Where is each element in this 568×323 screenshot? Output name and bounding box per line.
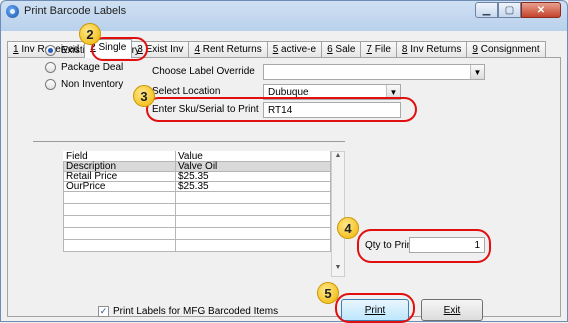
table-row[interactable] — [63, 239, 331, 252]
tab-consignment[interactable]: 9 Consignment — [466, 41, 546, 58]
scroll-down-icon[interactable]: ▼ — [332, 264, 344, 276]
callout-5: 5 — [317, 282, 339, 304]
grid-header-value[interactable]: Value — [175, 151, 331, 162]
callout-2: 2 — [79, 23, 101, 45]
tab-inv-returns[interactable]: 8 Inv Returns — [395, 41, 468, 58]
table-row[interactable] — [63, 227, 331, 240]
title-bar[interactable]: Print Barcode Labels ▁ ▢ ✕ — [1, 1, 567, 23]
grid-header-field[interactable]: Field — [63, 151, 176, 162]
tab-sale[interactable]: 6 Sale — [321, 41, 362, 58]
mfg-barcode-label: Print Labels for MFG Barcoded Items — [113, 306, 279, 317]
chevron-down-icon[interactable]: ▼ — [470, 65, 484, 79]
details-grid: Field Value Description Valve Oil Retail … — [63, 151, 331, 252]
tab-rent-returns[interactable]: 4 Rent Returns — [188, 41, 268, 58]
scroll-up-icon[interactable]: ▲ — [332, 152, 344, 164]
tab-active-e[interactable]: 5 active-e — [266, 41, 323, 58]
highlight-ring-sku — [146, 97, 417, 122]
radio-non-inventory[interactable]: Non Inventory — [45, 77, 140, 92]
radio-checked-icon — [45, 45, 56, 56]
maximize-icon: ▢ — [504, 4, 515, 16]
minimize-icon: ▁ — [482, 4, 491, 16]
print-barcode-labels-window: Print Barcode Labels ▁ ▢ ✕ 1 Inv Receive… — [0, 0, 568, 323]
label-override-dropdown[interactable]: ▼ — [263, 64, 485, 80]
mfg-barcode-checkbox[interactable]: ✓ — [98, 306, 109, 317]
radio-package-deal[interactable]: Package Deal — [45, 60, 140, 75]
grid-scrollbar[interactable]: ▲ ▼ — [331, 151, 345, 277]
table-row[interactable] — [63, 191, 331, 204]
table-row[interactable]: Retail Price $25.35 — [63, 171, 331, 182]
location-label: Select Location — [152, 86, 221, 97]
table-row[interactable]: OurPrice $25.35 — [63, 181, 331, 192]
table-row[interactable]: Description Valve Oil — [63, 161, 331, 172]
callout-4: 4 — [337, 217, 359, 239]
exit-button[interactable]: Exit — [421, 299, 483, 321]
app-icon — [6, 5, 19, 18]
minimize-button[interactable]: ▁ — [475, 2, 498, 18]
table-row[interactable] — [63, 215, 331, 228]
callout-3: 3 — [133, 85, 155, 107]
highlight-ring-qty — [357, 229, 491, 263]
tab-file[interactable]: 7 File — [360, 41, 397, 58]
radio-unchecked-icon — [45, 79, 56, 90]
close-icon: ✕ — [536, 4, 546, 16]
highlight-ring-print — [335, 293, 415, 323]
table-row[interactable] — [63, 203, 331, 216]
maximize-button[interactable]: ▢ — [498, 2, 521, 18]
close-button[interactable]: ✕ — [521, 2, 561, 18]
highlight-ring-single-tab — [91, 37, 148, 61]
radio-unchecked-icon — [45, 62, 56, 73]
window-title: Print Barcode Labels — [24, 5, 127, 17]
label-override-label: Choose Label Override — [152, 66, 255, 77]
